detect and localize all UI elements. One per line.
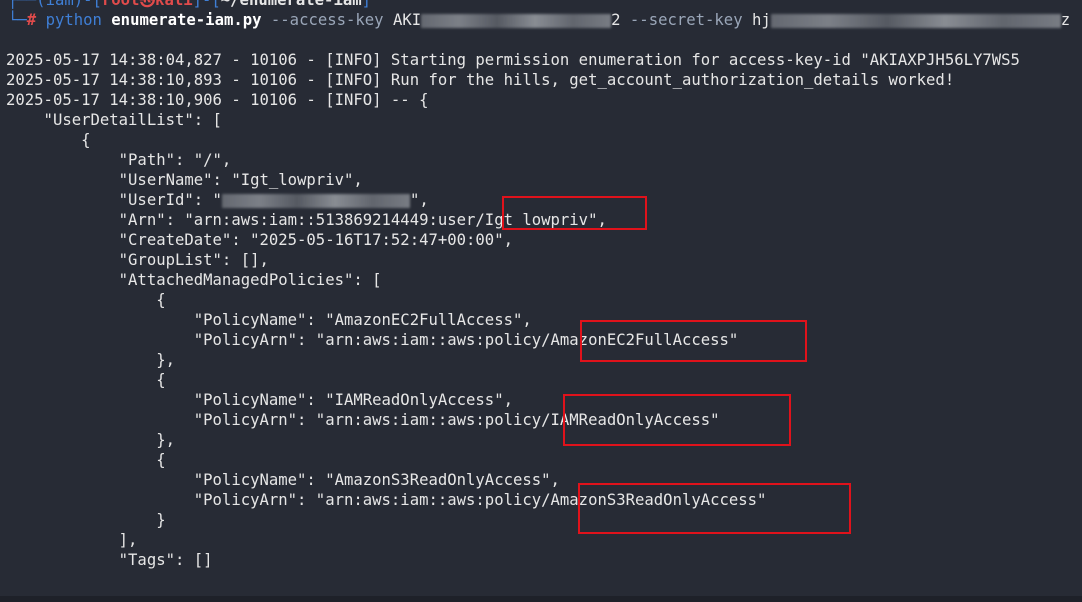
json-line: ], xyxy=(6,531,138,549)
redacted-secret-key xyxy=(770,13,1061,28)
highlight-ec2-policy xyxy=(580,320,807,362)
prompt-header: ┌──(iam)-[root㉿kali]-[~/enumerate-iam] xyxy=(8,0,371,10)
json-line: { xyxy=(6,131,91,149)
json-line: }, xyxy=(6,351,175,369)
prompt-hash: # xyxy=(26,11,37,29)
json-line: } xyxy=(6,511,166,529)
terminal-window[interactable]: ┌──(iam)-[root㉿kali]-[~/enumerate-iam] └… xyxy=(0,0,1082,602)
log-line: 2025-05-17 14:38:10,893 - 10106 - [INFO]… xyxy=(6,71,955,89)
json-line: "PolicyName": "AmazonS3ReadOnlyAccess", xyxy=(6,471,560,489)
command-script: enumerate-iam.py xyxy=(111,11,262,29)
json-line: "PolicyName": "AmazonEC2FullAccess", xyxy=(6,311,532,329)
json-line: { xyxy=(6,291,166,309)
access-key-flag: --access-key xyxy=(270,11,384,29)
command-line[interactable]: └─# python enumerate-iam.py --access-key… xyxy=(8,10,1070,30)
json-line: "GroupList": [], xyxy=(6,251,269,269)
prompt-cwd: ~/enumerate-iam xyxy=(220,0,362,9)
json-line: "Tags": [] xyxy=(6,551,213,569)
userid-suffix: ", xyxy=(409,191,429,209)
json-line: { xyxy=(6,451,166,469)
json-line: "CreateDate": "2025-05-16T17:52:47+00:00… xyxy=(6,231,513,249)
bottom-border xyxy=(0,596,1082,602)
json-line: "PolicyName": "IAMReadOnlyAccess", xyxy=(6,391,513,409)
prompt-user-host: root㉿kali xyxy=(101,0,193,9)
access-key-suffix: 2 xyxy=(611,11,621,29)
secret-key-suffix: z xyxy=(1060,11,1071,29)
highlight-s3-policy xyxy=(578,483,851,534)
highlight-user-arn xyxy=(502,196,647,230)
json-line: "UserName": "Igt_lowpriv", xyxy=(6,171,363,189)
highlight-iam-policy xyxy=(563,394,791,446)
prompt-env: iam xyxy=(45,0,74,9)
secret-key-flag: --secret-key xyxy=(629,11,743,29)
json-line-userid: "UserId": " ", xyxy=(6,190,429,210)
secret-key-prefix: hj xyxy=(751,11,771,29)
redacted-user-id xyxy=(221,193,410,208)
json-line: { xyxy=(6,371,166,389)
userid-key: "UserId": " xyxy=(6,191,222,209)
json-line: "AttachedManagedPolicies": [ xyxy=(6,271,382,289)
access-key-prefix: AKI xyxy=(392,11,422,29)
log-line: 2025-05-17 14:38:04,827 - 10106 - [INFO]… xyxy=(6,51,1020,69)
log-line: 2025-05-17 14:38:10,906 - 10106 - [INFO]… xyxy=(6,91,429,109)
redacted-access-key xyxy=(421,13,612,28)
json-line: "Path": "/", xyxy=(6,151,232,169)
json-line: }, xyxy=(6,431,175,449)
json-line: "UserDetailList": [ xyxy=(6,111,222,129)
command-interpreter: python xyxy=(45,11,102,29)
